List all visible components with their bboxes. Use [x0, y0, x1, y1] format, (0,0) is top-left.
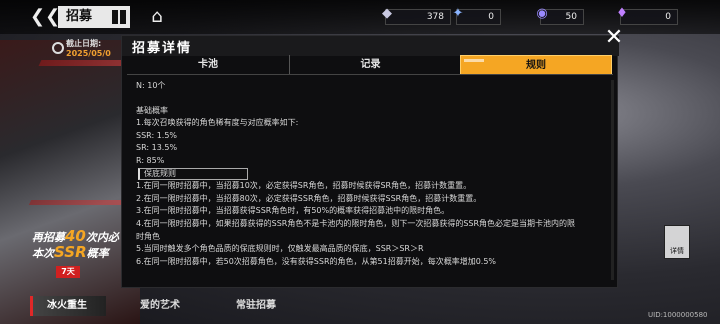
rule-line: 4.在同一限时招募中，如果招募获得的SSR角色不是卡池内的限时角色，则下一次招募…	[136, 218, 576, 228]
resource-shard-icon: ✦	[452, 6, 464, 21]
home-icon[interactable]: ⌂	[146, 7, 168, 27]
resource-shard: ✦ 0	[453, 7, 501, 25]
rule-line: 时角色	[136, 231, 160, 241]
rule-line: 6.在同一限时招募中，若50次招募角色，没有获得SSR的角色，从第51招募开始，…	[136, 256, 497, 266]
tab-record-label: 记录	[360, 59, 381, 70]
decor-stripe	[28, 200, 132, 205]
rules-content: N: 10个 基础概率 1.每次召唤获得的角色稀有度与对应概率如下: SSR: …	[136, 80, 606, 268]
page-title-label: 招募	[66, 9, 93, 24]
banner-art	[0, 40, 140, 324]
clock-icon	[52, 42, 64, 54]
recruit-detail-modal: 招募详情 卡池 记录 规则 N: 10个 基础概率 1.每次召唤获得的角色稀有度…	[121, 35, 619, 288]
scrollbar[interactable]	[611, 80, 614, 280]
end-date: 截止日期: 2025/05/0	[50, 38, 130, 60]
tab-rules-label: 规则	[526, 60, 546, 71]
pool-tab-1[interactable]: 爱的艺术	[140, 296, 180, 316]
resource-shard-value: 0	[488, 12, 494, 22]
detail-button[interactable]: 详情	[664, 225, 690, 259]
rule-line: 2.在同一限时招募中，当招募80次，必定获得SSR角色，招募时候获得SSR角色，…	[136, 193, 482, 203]
resource-gem-value: 0	[665, 12, 671, 22]
pool-tab-label: 爱的艺术	[140, 300, 180, 311]
uid-text: UID:1000000580	[648, 311, 708, 319]
promo-ssr-label: SSR	[54, 243, 87, 261]
decor-stripe	[38, 60, 132, 66]
tab-rules[interactable]: 规则	[460, 55, 612, 75]
rate-line: SSR: 1.5%	[136, 130, 178, 140]
grid-icon	[112, 10, 126, 24]
resource-crystal-icon: ◆	[382, 6, 392, 21]
rule-line: 1.在同一限时招募中，当招募10次，必定获得SR角色，招募时候获得SR角色，招募…	[136, 181, 472, 191]
back-arrow-icon[interactable]: ❮❮	[30, 8, 60, 26]
close-icon[interactable]: ✕	[602, 26, 626, 50]
rule-line: 5.当同时触发多个角色品质的保底规则时，仅触发最高品质的保底，SSR＞SR＞R	[136, 244, 424, 254]
resource-orb-icon: ◉	[536, 6, 548, 21]
tab-pool[interactable]: 卡池	[127, 55, 289, 75]
tab-pool-label: 卡池	[198, 59, 218, 70]
resource-crystal-value: 378	[426, 12, 444, 22]
promo-rate-text: 本次SSR概率	[32, 243, 109, 261]
tab-divider	[127, 74, 613, 75]
promo-text: 本次	[32, 247, 54, 260]
rule-line: 1.每次召唤获得的角色稀有度与对应概率如下:	[136, 118, 299, 128]
rule-line: 3.在同一限时招募中，当招募获得SSR角色时，有50%的概率获得招募池中的限时角…	[136, 206, 450, 216]
rate-line: R: 85%	[136, 155, 165, 165]
rule-line: N: 10个	[136, 81, 166, 90]
pool-tab-label: 常驻招募	[236, 300, 276, 311]
pool-tab-2[interactable]: 常驻招募	[236, 296, 276, 316]
resource-orb-value: 50	[565, 12, 577, 22]
promo-text: 概率	[86, 247, 109, 260]
resource-crystal: ◆ 378	[382, 7, 451, 25]
days-left-badge: 7天	[56, 266, 80, 278]
resource-gem-icon: ♦	[616, 6, 628, 21]
section-title: 基础概率	[136, 105, 168, 115]
pool-tab-label: 冰火重生	[47, 300, 87, 311]
section-title: 保底规则	[138, 167, 248, 180]
detail-button-label: 详情	[670, 247, 684, 255]
pool-tab-0[interactable]: 冰火重生	[30, 296, 106, 316]
rate-line: SR: 13.5%	[136, 143, 178, 153]
resource-orb: ◉ 50	[536, 7, 584, 25]
modal-tabs: 卡池 记录 规则	[127, 53, 613, 75]
tab-record[interactable]: 记录	[289, 55, 451, 75]
page-title: 招募	[58, 6, 130, 28]
resource-gem: ♦ 0	[616, 7, 678, 25]
